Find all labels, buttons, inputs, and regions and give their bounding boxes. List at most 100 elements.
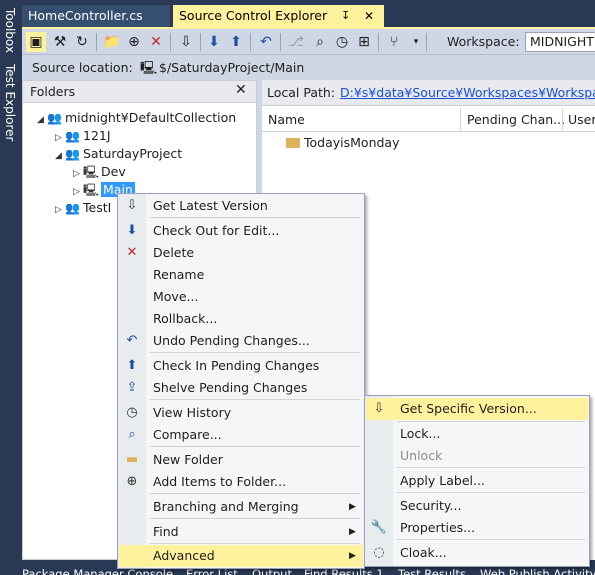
- expanded-arrow-icon[interactable]: ◢: [37, 111, 47, 129]
- local-path-label: Local Path:: [267, 85, 336, 100]
- menu-item-move[interactable]: Move...: [119, 286, 363, 308]
- menu-item-branching-merging[interactable]: Branching and Merging ▶: [119, 496, 363, 518]
- check-in-icon: ⬆: [126, 358, 138, 373]
- check-out-icon: ⬇: [126, 223, 138, 238]
- folder-view-icon[interactable]: ▣: [26, 32, 46, 52]
- menu-item-compare[interactable]: ⌕ Compare...: [119, 424, 363, 446]
- source-location-path[interactable]: $/SaturdayProject/Main: [159, 60, 304, 75]
- menu-item-get-latest[interactable]: ⇩ Get Latest Version: [119, 195, 363, 217]
- refresh-icon[interactable]: ↻: [72, 32, 92, 52]
- tree-node-121j[interactable]: ▷ 👥 121J: [55, 127, 111, 145]
- submenu-arrow-icon: ▶: [349, 502, 356, 512]
- tree-node-testi[interactable]: ▷ 👥 TestI: [55, 199, 111, 217]
- menu-item-security[interactable]: Security...: [366, 495, 588, 517]
- menu-item-label: Cloak...: [400, 545, 447, 560]
- workspace-select[interactable]: MIDNIGHT: [525, 32, 595, 52]
- column-name[interactable]: Name: [268, 112, 305, 127]
- menu-item-find[interactable]: Find ▶: [119, 521, 363, 543]
- menu-item-new-folder[interactable]: ▬ New Folder: [119, 449, 363, 471]
- shelve-toolbar-icon[interactable]: ⊞: [354, 32, 374, 52]
- test-explorer-side-tab[interactable]: Test Explorer: [3, 64, 17, 141]
- tab-source-control-explorer[interactable]: Source Control Explorer ↧ ✕: [173, 5, 384, 27]
- check-out-toolbar-icon[interactable]: ⬇: [204, 32, 224, 52]
- menu-item-rename[interactable]: Rename: [119, 264, 363, 286]
- pin-icon[interactable]: ↧: [341, 5, 350, 27]
- column-headers: Name Pending Chan... User: [262, 108, 595, 132]
- wrench-icon: 🔧: [370, 520, 388, 535]
- history-toolbar-icon[interactable]: ◷: [332, 32, 352, 52]
- column-divider[interactable]: [562, 108, 563, 131]
- close-tab-icon[interactable]: ✕: [364, 5, 374, 27]
- menu-item-lock[interactable]: Lock...: [366, 423, 588, 445]
- menu-item-properties[interactable]: 🔧 Properties...: [366, 517, 588, 539]
- list-item[interactable]: TodayisMonday: [286, 134, 399, 152]
- add-items-toolbar-icon[interactable]: ⊕: [124, 32, 144, 52]
- menu-item-undo-pending[interactable]: ↶ Undo Pending Changes...: [119, 330, 363, 352]
- menu-item-label: Check Out for Edit...: [153, 223, 280, 238]
- toolbox-side-tab[interactable]: Toolbox: [3, 8, 17, 53]
- expanded-arrow-icon[interactable]: ◢: [55, 147, 65, 165]
- menu-item-add-items[interactable]: ⊕ Add Items to Folder...: [119, 471, 363, 493]
- folder-icon: [286, 138, 300, 148]
- menu-item-shelve[interactable]: ⇪ Shelve Pending Changes: [119, 377, 363, 399]
- source-location-label: Source location:: [32, 60, 133, 75]
- column-divider[interactable]: [460, 108, 461, 131]
- tree-node-label: 121J: [83, 128, 111, 143]
- menu-separator: [397, 492, 585, 493]
- branch-toolbar-icon[interactable]: ⎇: [286, 32, 306, 52]
- menu-item-apply-label[interactable]: Apply Label...: [366, 470, 588, 492]
- workspace-label: Workspace:: [447, 34, 520, 49]
- menu-item-check-out[interactable]: ⬇ Check Out for Edit...: [119, 220, 363, 242]
- menu-separator: [150, 352, 360, 353]
- menu-item-view-history[interactable]: ◷ View History: [119, 402, 363, 424]
- column-user[interactable]: User: [568, 112, 595, 127]
- menu-separator: [150, 217, 360, 218]
- menu-item-unlock: Unlock: [366, 445, 588, 467]
- toolbar: ▣ ⚒ ↻ 📁 ⊕ ✕ ⇩ ⬇ ⬆ ↶ ⎇ ⌕ ◷ ⊞ ⑂ ▾ Workspac…: [22, 29, 595, 55]
- menu-item-delete[interactable]: ✕ Delete: [119, 242, 363, 264]
- get-latest-icon: ⇩: [126, 198, 138, 213]
- chevron-down-icon[interactable]: ▾: [406, 32, 426, 52]
- delete-toolbar-icon[interactable]: ✕: [146, 32, 166, 52]
- team-project-icon: 👥: [47, 111, 62, 125]
- menu-item-label: Advanced: [153, 548, 215, 563]
- check-in-toolbar-icon[interactable]: ⬆: [226, 32, 246, 52]
- source-location-bar: Source location: 🖳 $/SaturdayProject/Mai…: [22, 55, 595, 80]
- menu-item-label: Rename: [153, 267, 205, 282]
- menu-separator: [397, 539, 585, 540]
- tree-node-dev[interactable]: ▷ 🖳 Dev: [73, 163, 126, 181]
- collapsed-arrow-icon[interactable]: ▷: [55, 201, 65, 219]
- cloak-icon: ◌: [373, 545, 385, 560]
- tab-web-publish-activity[interactable]: Web Publish Activity: [480, 567, 595, 575]
- menu-item-label: New Folder: [153, 452, 223, 467]
- menu-item-check-in[interactable]: ⬆ Check In Pending Changes: [119, 355, 363, 377]
- menu-separator: [150, 518, 360, 519]
- connect-icon[interactable]: ⚒: [50, 32, 70, 52]
- menu-item-cloak[interactable]: ◌ Cloak...: [366, 542, 588, 564]
- folders-title: Folders: [30, 84, 76, 99]
- menu-separator: [397, 467, 585, 468]
- menu-item-advanced[interactable]: Advanced ▶: [119, 545, 363, 567]
- add-items-icon: ⊕: [126, 474, 138, 489]
- toolbar-separator: [280, 33, 281, 51]
- document-tab-strip: HomeController.cs Source Control Explore…: [22, 0, 595, 29]
- tab-home-controller[interactable]: HomeController.cs: [22, 5, 170, 27]
- menu-item-get-specific-version[interactable]: ⇩ Get Specific Version...: [366, 398, 588, 420]
- tab-test-results[interactable]: Test Results: [398, 567, 466, 575]
- close-icon[interactable]: ✕: [235, 82, 247, 98]
- tree-node-collection[interactable]: ◢ 👥 midnight¥DefaultCollection: [37, 109, 236, 127]
- menu-item-label: Get Specific Version...: [400, 401, 537, 416]
- team-project-icon: 👥: [65, 147, 80, 161]
- column-pending-changes[interactable]: Pending Chan...: [467, 112, 565, 127]
- menu-item-rollback[interactable]: Rollback...: [119, 308, 363, 330]
- get-latest-toolbar-icon[interactable]: ⇩: [176, 32, 196, 52]
- undo-toolbar-icon[interactable]: ↶: [256, 32, 276, 52]
- merge-toolbar-icon[interactable]: ⑂: [384, 32, 404, 52]
- toolbar-separator: [200, 33, 201, 51]
- menu-item-label: Compare...: [153, 427, 222, 442]
- left-tool-strip: Toolbox Test Explorer: [0, 0, 22, 575]
- new-folder-toolbar-icon[interactable]: 📁: [102, 32, 122, 52]
- compare-toolbar-icon[interactable]: ⌕: [310, 32, 330, 52]
- local-path-link[interactable]: D:¥s¥data¥Source¥Workspaces¥Workspace: [340, 85, 595, 100]
- tree-node-saturday-project[interactable]: ◢ 👥 SaturdayProject: [55, 145, 182, 163]
